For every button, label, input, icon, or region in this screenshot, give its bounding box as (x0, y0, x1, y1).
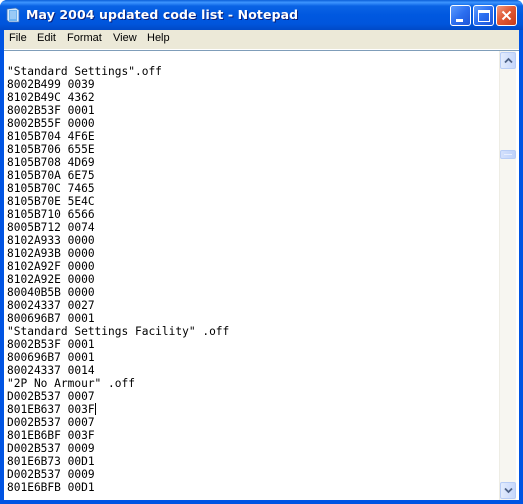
text-line: 8105B708 4D69 (7, 156, 95, 169)
text-line: 801EB6BF 003F (7, 429, 95, 442)
window-title: May 2004 updated code list - Notepad (26, 7, 299, 22)
minimize-icon (456, 19, 463, 22)
text-caret (94, 403, 96, 415)
chevron-down-icon (504, 487, 513, 494)
menu-edit[interactable]: Edit (37, 32, 56, 44)
scroll-up-button[interactable] (500, 52, 516, 69)
text-line: 80040B5B 0000 (7, 286, 95, 299)
text-line: 8102A92F 0000 (7, 260, 95, 273)
menu-file[interactable]: File (9, 32, 27, 44)
scroll-thumb[interactable] (500, 150, 516, 159)
text-line: 801E6BFB 00D1 (7, 481, 95, 494)
text-line: 8102A933 0000 (7, 234, 95, 247)
text-line: 8002B55F 0000 (7, 117, 95, 130)
editor-content[interactable]: "Standard Settings".off 8002B499 0039 8102… (7, 65, 229, 494)
text-line: D002B537 0007 (7, 416, 95, 429)
text-line: 801E6B73 00D1 (7, 455, 95, 468)
text-line: 80024337 0014 (7, 364, 95, 377)
minimize-button[interactable] (450, 5, 471, 26)
text-line: 8105B704 4F6E (7, 130, 95, 143)
close-button[interactable] (496, 5, 517, 26)
text-line: 80024337 0027 (7, 299, 95, 312)
text-line: 8105B70E 5E4C (7, 195, 95, 208)
text-line: 8002B499 0039 (7, 78, 95, 91)
text-line: 801EB637 003F (7, 403, 96, 416)
text-line: D002B537 0009 (7, 442, 95, 455)
text-editor[interactable]: "Standard Settings".off 8002B499 0039 8102… (4, 51, 499, 500)
text-line: "Standard Settings Facility" .off (7, 325, 230, 338)
close-icon (501, 10, 512, 21)
title-bar[interactable]: May 2004 updated code list - Notepad (0, 0, 523, 30)
menu-bar: File Edit Format View Help (4, 30, 519, 50)
editor-frame: "Standard Settings".off 8002B499 0039 8102… (4, 50, 519, 500)
notepad-icon[interactable] (6, 7, 20, 23)
text-line: "2P No Armour" .off (7, 377, 135, 390)
vertical-scrollbar[interactable] (499, 51, 516, 500)
text-line: 8102A92E 0000 (7, 273, 95, 286)
text-line: 8105B70C 7465 (7, 182, 95, 195)
text-line: 8105B710 6566 (7, 208, 95, 221)
text-line: 8005B712 0074 (7, 221, 95, 234)
text-line: 8105B70A 6E75 (7, 169, 95, 182)
maximize-icon (478, 10, 490, 22)
menu-view[interactable]: View (113, 32, 137, 44)
text-line: D002B537 0009 (7, 468, 95, 481)
text-line: 800696B7 0001 (7, 351, 95, 364)
scroll-down-button[interactable] (500, 482, 516, 499)
notepad-window: May 2004 updated code list - Notepad Fil… (0, 0, 523, 504)
menu-help[interactable]: Help (147, 32, 170, 44)
text-line: 8102B49C 4362 (7, 91, 95, 104)
text-line: 8002B53F 0001 (7, 338, 95, 351)
text-line: 800696B7 0001 (7, 312, 95, 325)
text-line: 8002B53F 0001 (7, 104, 95, 117)
chevron-up-icon (504, 57, 513, 64)
menu-format[interactable]: Format (67, 32, 102, 44)
text-line: 8105B706 655E (7, 143, 95, 156)
text-line: D002B537 0007 (7, 390, 95, 403)
text-line: "Standard Settings".off (7, 65, 162, 78)
text-line: 8102A93B 0000 (7, 247, 95, 260)
maximize-button[interactable] (473, 5, 494, 26)
